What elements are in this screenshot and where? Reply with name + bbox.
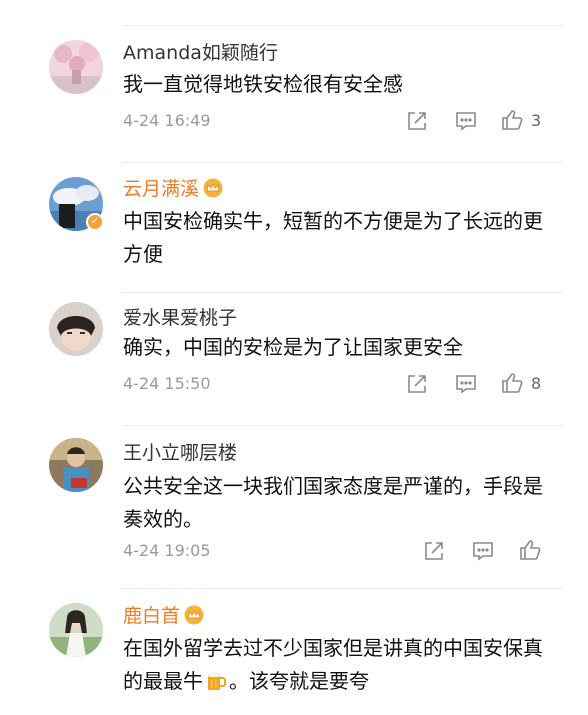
beer-emoji-icon xyxy=(205,669,227,702)
avatar[interactable] xyxy=(49,438,103,492)
timestamp: 4-24 19:05 xyxy=(123,541,211,560)
like-icon[interactable] xyxy=(501,109,523,131)
divider xyxy=(122,292,562,293)
timestamp: 4-24 15:50 xyxy=(123,374,211,393)
crown-icon xyxy=(183,605,205,631)
avatar[interactable] xyxy=(49,40,103,94)
like-icon[interactable] xyxy=(519,539,541,561)
divider xyxy=(122,162,562,163)
crown-icon xyxy=(202,178,224,204)
username-text: 鹿白首 xyxy=(123,605,181,627)
share-icon[interactable] xyxy=(406,373,428,395)
like-icon[interactable] xyxy=(501,372,523,394)
timestamp: 4-24 16:49 xyxy=(123,111,211,130)
verified-badge: ✓ xyxy=(86,213,104,231)
comment-text: 中国安检确实牛，短暂的不方便是为了长远的更方便 xyxy=(123,209,543,266)
comment-text: 我一直觉得地铁安检很有安全感 xyxy=(123,72,403,96)
comment-text: 确实，中国的安检是为了让国家更安全 xyxy=(123,335,463,359)
divider xyxy=(122,425,562,426)
like-count: 8 xyxy=(531,374,542,393)
divider xyxy=(122,588,562,589)
share-icon[interactable] xyxy=(406,110,428,132)
username[interactable]: 王小立哪层楼 xyxy=(123,441,237,465)
comment-text: 公共安全这一块我们国家态度是严谨的，手段是奏效的。 xyxy=(123,474,543,531)
comment-icon[interactable] xyxy=(472,540,494,562)
like-count: 3 xyxy=(531,111,542,130)
comment-icon[interactable] xyxy=(455,110,477,132)
comment-text: 在国外留学去过不少国家但是讲真的中国安保真的最最牛 。该夸就是要夸 xyxy=(123,632,543,702)
share-icon[interactable] xyxy=(423,540,445,562)
username[interactable]: 鹿白首 xyxy=(123,604,205,631)
top-divider xyxy=(122,25,562,26)
username[interactable]: Amanda如颖随行 xyxy=(123,41,278,65)
comment-icon[interactable] xyxy=(455,373,477,395)
comment-text-part: 。该夸就是要夸 xyxy=(229,669,369,693)
username-text: 云月满溪 xyxy=(123,178,200,200)
avatar[interactable] xyxy=(49,603,103,657)
avatar[interactable] xyxy=(49,302,103,356)
username[interactable]: 云月满溪 xyxy=(123,177,224,204)
username[interactable]: 爱水果爱桃子 xyxy=(123,306,237,330)
